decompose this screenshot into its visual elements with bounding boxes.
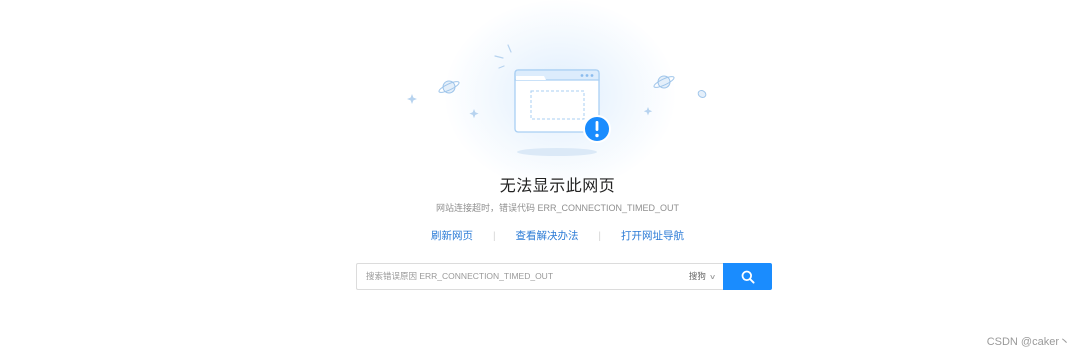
view-solution-link[interactable]: 查看解决办法 bbox=[516, 230, 579, 242]
search-engine-select[interactable]: 搜狗 ∨ bbox=[688, 264, 717, 289]
error-page: 无法显示此网页 网站连接超时，错误代码 ERR_CONNECTION_TIMED… bbox=[0, 0, 1080, 350]
search-icon bbox=[741, 270, 755, 284]
search-box: 搜狗∨ bbox=[356, 263, 723, 290]
search-button[interactable] bbox=[723, 263, 772, 290]
action-links: 刷新网页 | 查看解决办法 | 打开网址导航 bbox=[0, 228, 1080, 243]
chevron-down-icon: ∨ bbox=[708, 274, 717, 281]
error-title: 无法显示此网页 bbox=[499, 178, 616, 195]
link-divider: | bbox=[492, 231, 496, 242]
search-engine-label: 搜狗 bbox=[688, 271, 706, 281]
watermark: CSDN @caker丶 bbox=[986, 336, 1070, 348]
link-divider: | bbox=[598, 231, 602, 242]
refresh-page-link[interactable]: 刷新网页 bbox=[431, 230, 473, 242]
open-url-nav-link[interactable]: 打开网址导航 bbox=[621, 230, 684, 242]
error-code-text: 网站连接超时，错误代码 ERR_CONNECTION_TIMED_OUT bbox=[435, 203, 679, 213]
search-bar: 搜狗∨ bbox=[356, 263, 772, 290]
broken-page-window-icon bbox=[407, 44, 707, 156]
search-input[interactable] bbox=[366, 264, 666, 289]
